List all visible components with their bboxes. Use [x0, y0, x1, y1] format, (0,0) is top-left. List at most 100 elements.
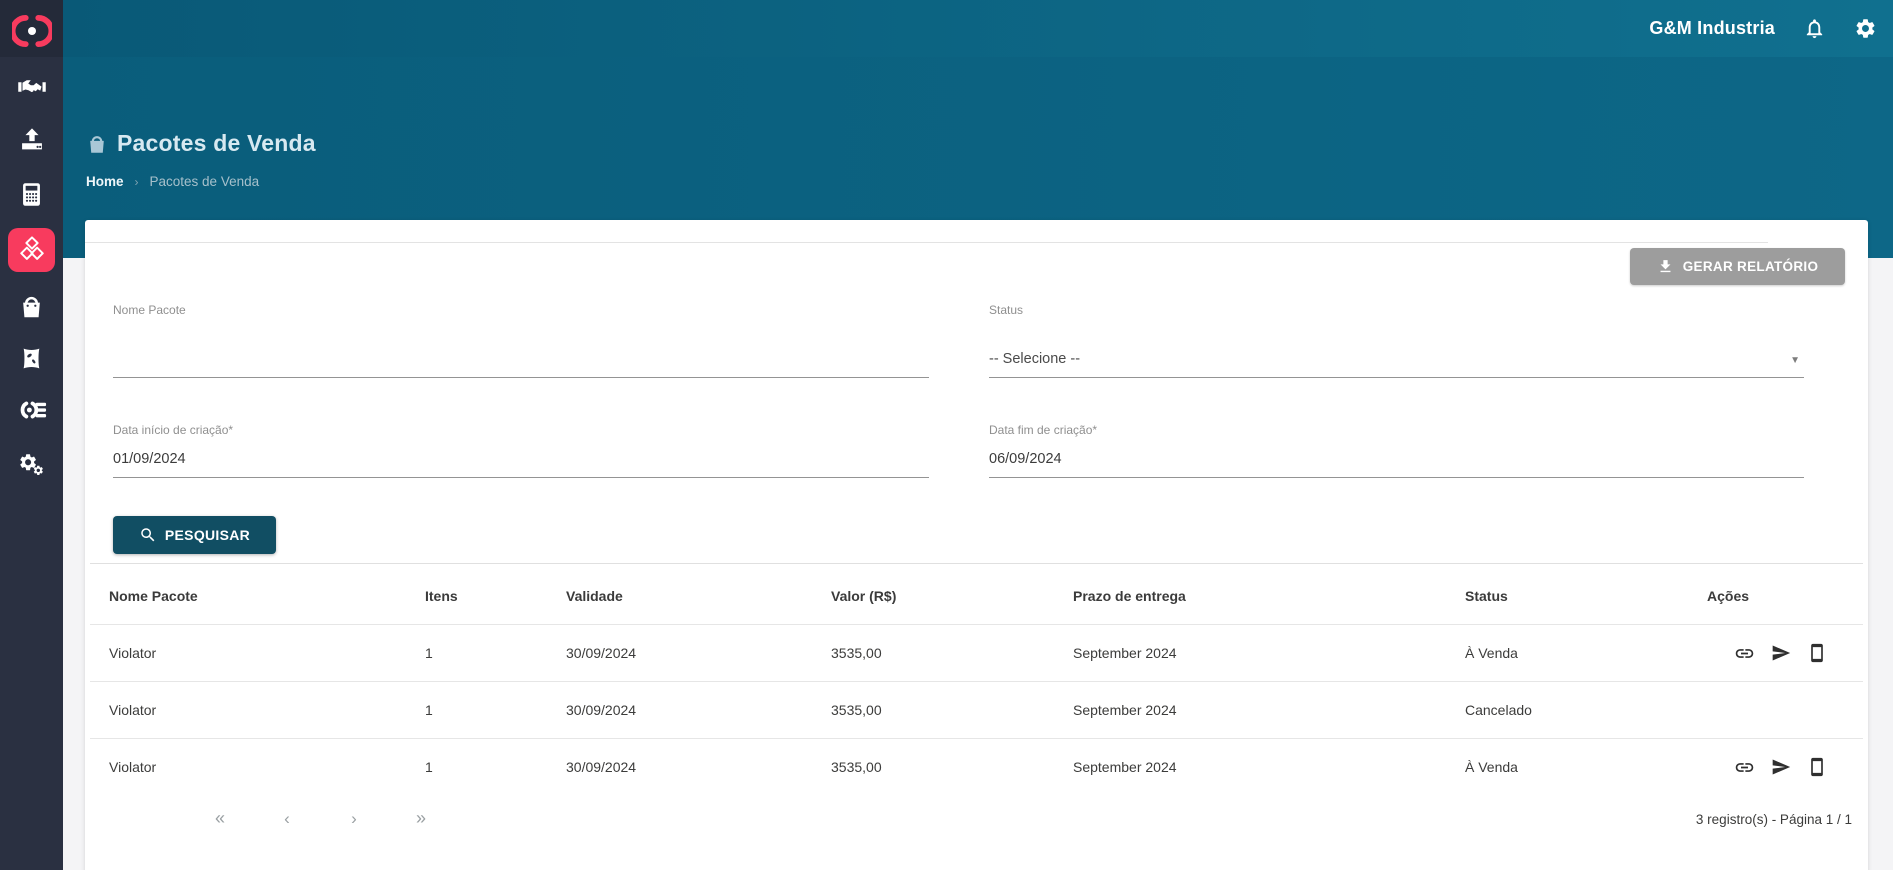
company-name[interactable]: G&M Industria [1649, 18, 1775, 39]
data-fim-input[interactable] [989, 451, 1804, 478]
cell-validade: 30/09/2024 [566, 702, 637, 718]
data-inicio-label: Data início de criação* [113, 423, 234, 437]
sidebar-item-handshake[interactable] [0, 65, 63, 109]
brand-logo-icon [11, 15, 52, 47]
generate-report-label: GERAR RELATÓRIO [1682, 259, 1819, 274]
smartphone-icon [1811, 643, 1823, 663]
status-select[interactable]: -- Selecione -- ▼ [989, 351, 1804, 378]
breadcrumb-home-link[interactable]: Home [86, 174, 124, 189]
col-status: Status [1465, 588, 1508, 604]
mobile-action-button[interactable] [1807, 757, 1827, 777]
page-title-text: Pacotes de Venda [117, 130, 316, 156]
cell-acoes [1688, 739, 1863, 796]
app-logo[interactable] [0, 11, 63, 51]
page-title: Pacotes de Venda [86, 130, 316, 157]
sack-icon [23, 348, 40, 368]
breadcrumb-current: Pacotes de Venda [149, 174, 260, 189]
generate-report-button[interactable]: GERAR RELATÓRIO [1630, 248, 1845, 285]
cell-acoes [1688, 682, 1863, 739]
notifications-button[interactable] [1803, 17, 1826, 40]
sidebar-item-production[interactable] [0, 388, 63, 432]
cell-status: À Venda [1465, 645, 1518, 661]
field-data-inicio: Data início de criação* [113, 423, 929, 478]
search-icon [141, 528, 155, 542]
card-top-divider [85, 242, 1768, 243]
search-button[interactable]: PESQUISAR [113, 516, 276, 554]
cell-nome: Violator [109, 645, 157, 661]
link-icon [1735, 648, 1754, 658]
table-row: Violator 1 30/09/2024 3535,00 September … [90, 738, 1863, 796]
cell-prazo: September 2024 [1073, 759, 1177, 776]
send-action-button[interactable] [1771, 757, 1791, 777]
content-card: GERAR RELATÓRIO Nome Pacote Status -- Se… [85, 220, 1868, 870]
cell-status: Cancelado [1465, 702, 1532, 718]
smartphone-icon [1811, 758, 1823, 777]
sidebar-item-shopping-bag[interactable] [0, 284, 63, 328]
cell-valor: 3535,00 [831, 645, 882, 661]
bell-icon [1806, 19, 1823, 39]
cell-valor: 3535,00 [831, 759, 882, 776]
search-button-label: PESQUISAR [164, 527, 251, 543]
table-body: Violator 1 30/09/2024 3535,00 September … [90, 624, 1863, 796]
col-prazo: Prazo de entrega [1073, 588, 1186, 604]
cubes-icon [19, 236, 44, 260]
pagination-first-button[interactable]: « [208, 808, 232, 829]
cell-itens: 1 [425, 702, 433, 718]
download-icon [1660, 260, 1671, 273]
cell-validade: 30/09/2024 [566, 645, 637, 661]
col-itens: Itens [425, 588, 458, 604]
link-icon [1735, 762, 1754, 772]
cell-status: À Venda [1465, 759, 1518, 776]
sidebar-item-calculator[interactable] [0, 172, 63, 216]
pagination-summary: 3 registro(s) - Página 1 / 1 [1695, 812, 1852, 827]
cell-itens: 1 [425, 645, 433, 661]
link-action-button[interactable] [1734, 643, 1755, 664]
cell-nome: Violator [109, 759, 157, 776]
data-inicio-input[interactable] [113, 451, 929, 478]
nome-pacote-input[interactable] [113, 351, 929, 378]
field-data-fim: Data fim de criação* [989, 423, 1804, 478]
mobile-action-button[interactable] [1807, 643, 1827, 663]
shopping-bag-icon [23, 296, 40, 317]
table-row: Violator 1 30/09/2024 3535,00 September … [90, 624, 1863, 682]
pagination-prev-button[interactable]: ‹ [275, 808, 299, 829]
col-valor: Valor (R$) [831, 588, 897, 604]
col-nome-pacote: Nome Pacote [109, 588, 198, 604]
topbar: G&M Industria [63, 0, 1893, 57]
cell-nome: Violator [109, 702, 157, 718]
data-fim-label: Data fim de criação* [989, 423, 1098, 437]
col-acoes: Ações [1707, 588, 1750, 604]
table-row: Violator 1 30/09/2024 3535,00 September … [90, 681, 1863, 739]
send-action-button[interactable] [1771, 643, 1791, 663]
sidebar-item-pacotes-active[interactable] [0, 228, 63, 272]
cell-valor: 3535,00 [831, 702, 882, 718]
brand-list-icon [20, 401, 46, 419]
link-action-button[interactable] [1734, 757, 1755, 778]
results-table: Nome Pacote Itens Validade Valor (R$) Pr… [90, 563, 1863, 796]
breadcrumb-separator: › [134, 174, 139, 189]
table-header-row: Nome Pacote Itens Validade Valor (R$) Pr… [90, 563, 1863, 625]
sidebar-item-upload[interactable] [0, 118, 63, 162]
sidebar-item-sack[interactable] [0, 336, 63, 380]
upload-icon [21, 128, 42, 150]
pagination-next-button[interactable]: › [342, 808, 366, 829]
sidebar [0, 0, 63, 870]
pagination-last-button[interactable]: » [409, 808, 433, 829]
cell-acoes [1688, 625, 1863, 682]
gear-icon [1856, 19, 1875, 38]
shopping-bag-icon [90, 135, 104, 153]
cell-prazo: September 2024 [1073, 645, 1177, 661]
send-icon [1772, 759, 1791, 775]
status-label: Status [989, 303, 1024, 317]
cell-itens: 1 [425, 759, 433, 776]
pagination: « ‹ › » 3 registro(s) - Página 1 / 1 [85, 808, 1868, 838]
calculator-icon [23, 182, 40, 206]
nome-pacote-label: Nome Pacote [113, 303, 186, 317]
settings-button[interactable] [1854, 17, 1877, 40]
field-nome-pacote: Nome Pacote [113, 303, 929, 378]
active-item-highlight [8, 228, 55, 272]
sidebar-item-settings[interactable] [0, 442, 63, 486]
send-icon [1772, 645, 1791, 661]
cell-validade: 30/09/2024 [566, 759, 637, 776]
handshake-icon [17, 80, 46, 93]
